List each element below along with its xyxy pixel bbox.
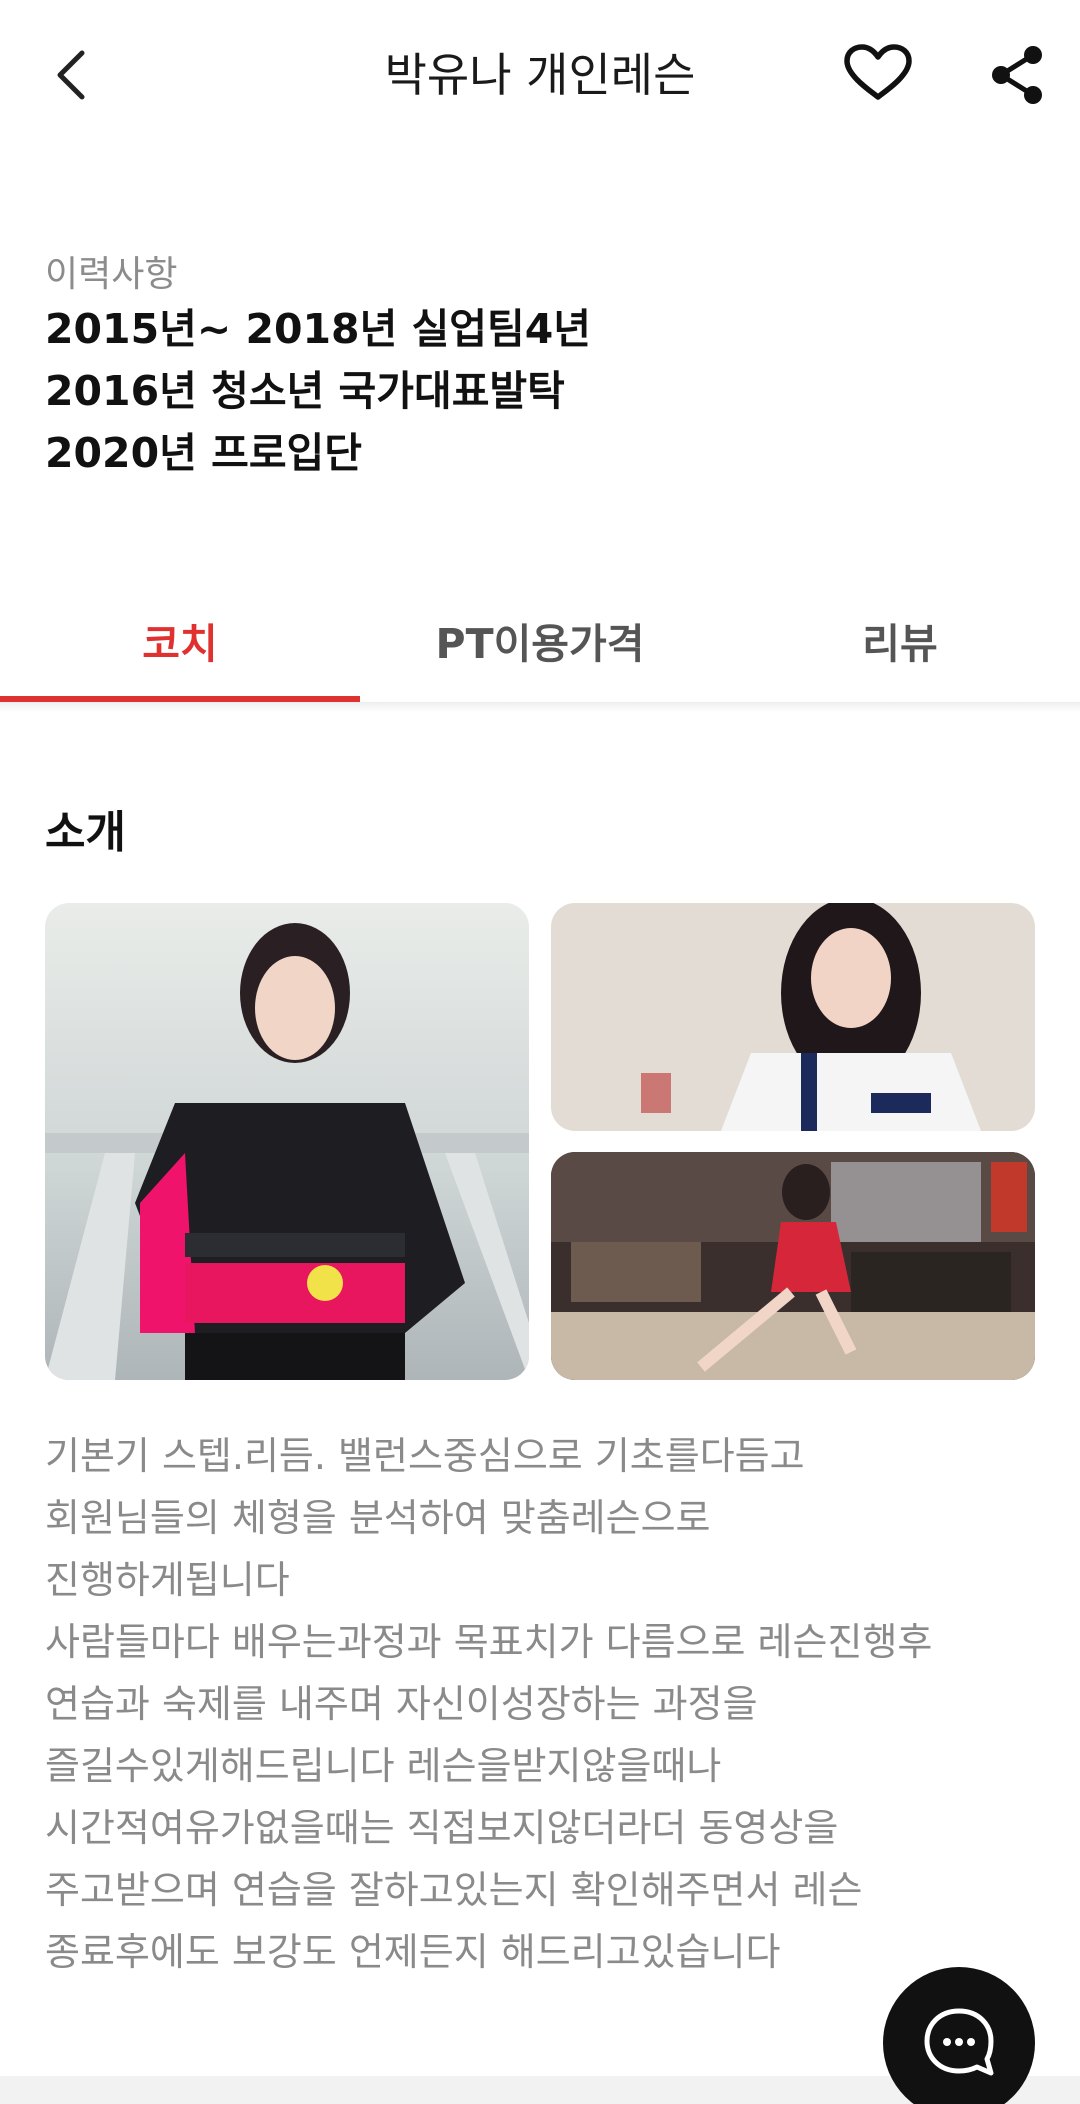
top-app-bar: 박유나 개인레슨 bbox=[0, 0, 1080, 150]
coach-photo-main-image bbox=[45, 903, 529, 1380]
description-line: 연습과 숙제를 내주며 자신이성장하는 과정을 bbox=[45, 1682, 758, 1726]
share-icon bbox=[992, 46, 1042, 104]
coach-photo-action[interactable] bbox=[551, 1152, 1035, 1380]
career-item: 2015년~ 2018년 실업팀4년 bbox=[45, 305, 591, 353]
chevron-left-icon bbox=[57, 50, 85, 100]
description-line: 진행하게됩니다 bbox=[45, 1558, 290, 1602]
back-button[interactable] bbox=[40, 40, 100, 110]
chat-button[interactable] bbox=[883, 1967, 1035, 2104]
coach-detail-page: 박유나 개인레슨 이력사항 2015년~ 2018년 실업팀4년 2016년 청… bbox=[0, 0, 1080, 2104]
description-line: 기본기 스텝.리듬. 밸런스중심으로 기초를다듬고 bbox=[45, 1434, 805, 1478]
description-line: 회원님들의 체형을 분석하여 맞춤레슨으로 bbox=[45, 1496, 711, 1540]
career-label: 이력사항 bbox=[45, 254, 178, 295]
coach-photo-main[interactable] bbox=[45, 903, 529, 1380]
heart-outline-icon bbox=[844, 44, 912, 100]
description-line: 주고받으며 연습을 잘하고있는지 확인해주면서 레슨 bbox=[45, 1868, 863, 1912]
description-line: 시간적여유가없을때는 직접보지않더라더 동영상을 bbox=[45, 1806, 839, 1850]
career-item: 2020년 프로입단 bbox=[45, 429, 362, 477]
intro-description: 기본기 스텝.리듬. 밸런스중심으로 기초를다듬고 회원님들의 체형을 분석하여… bbox=[45, 1425, 1035, 1983]
tab-review[interactable]: 리뷰 bbox=[720, 578, 1080, 702]
description-line: 즐길수있게해드립니다 레슨을받지않을때나 bbox=[45, 1744, 722, 1788]
coach-photo-portrait[interactable] bbox=[551, 903, 1035, 1131]
career-item: 2016년 청소년 국가대표발탁 bbox=[45, 367, 565, 415]
tab-coach[interactable]: 코치 bbox=[0, 578, 360, 702]
intro-heading: 소개 bbox=[45, 807, 126, 858]
tab-bar-shadow bbox=[0, 702, 1080, 712]
career-list: 2015년~ 2018년 실업팀4년 2016년 청소년 국가대표발탁 2020… bbox=[45, 298, 591, 484]
share-button[interactable] bbox=[982, 40, 1052, 110]
page-title: 박유나 개인레슨 bbox=[384, 48, 696, 102]
tab-bar: 코치 PT이용가격 리뷰 bbox=[0, 578, 1080, 703]
coach-photo-portrait-image bbox=[551, 903, 1035, 1131]
description-line: 종료후에도 보강도 언제든지 해드리고있습니다 bbox=[45, 1930, 781, 1974]
chat-bubble-icon bbox=[924, 2008, 994, 2076]
tab-pt-price[interactable]: PT이용가격 bbox=[360, 578, 720, 702]
coach-photo-action-image bbox=[551, 1152, 1035, 1380]
description-line: 사람들마다 배우는과정과 목표치가 다름으로 레슨진행후 bbox=[45, 1620, 933, 1664]
favorite-button[interactable] bbox=[838, 38, 918, 108]
